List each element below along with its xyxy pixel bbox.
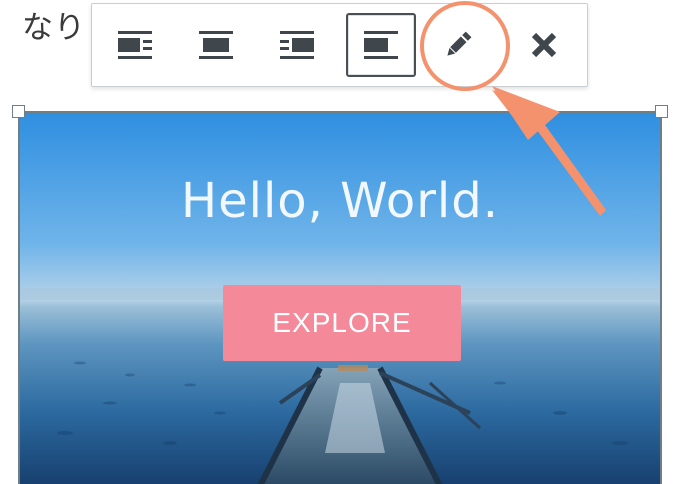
image-block[interactable]: Hello, World. EXPLORE: [18, 111, 662, 484]
align-right-icon: [280, 31, 314, 59]
hero-title: Hello, World.: [181, 173, 499, 229]
align-none-icon: [364, 31, 398, 59]
resize-handle-top-right[interactable]: [655, 105, 668, 118]
align-right-button[interactable]: [268, 16, 326, 74]
align-none-button[interactable]: [346, 13, 416, 77]
align-center-button[interactable]: [187, 16, 245, 74]
image-toolbar: [91, 3, 588, 87]
align-left-button[interactable]: [106, 16, 164, 74]
align-left-icon: [118, 31, 152, 59]
align-center-icon: [199, 31, 233, 59]
resize-handle-top-left[interactable]: [12, 105, 25, 118]
remove-button[interactable]: [515, 16, 573, 74]
highlight-ring: [420, 1, 510, 91]
explore-button[interactable]: EXPLORE: [223, 285, 461, 361]
background-text: なり: [22, 10, 86, 46]
close-icon: [531, 32, 557, 58]
